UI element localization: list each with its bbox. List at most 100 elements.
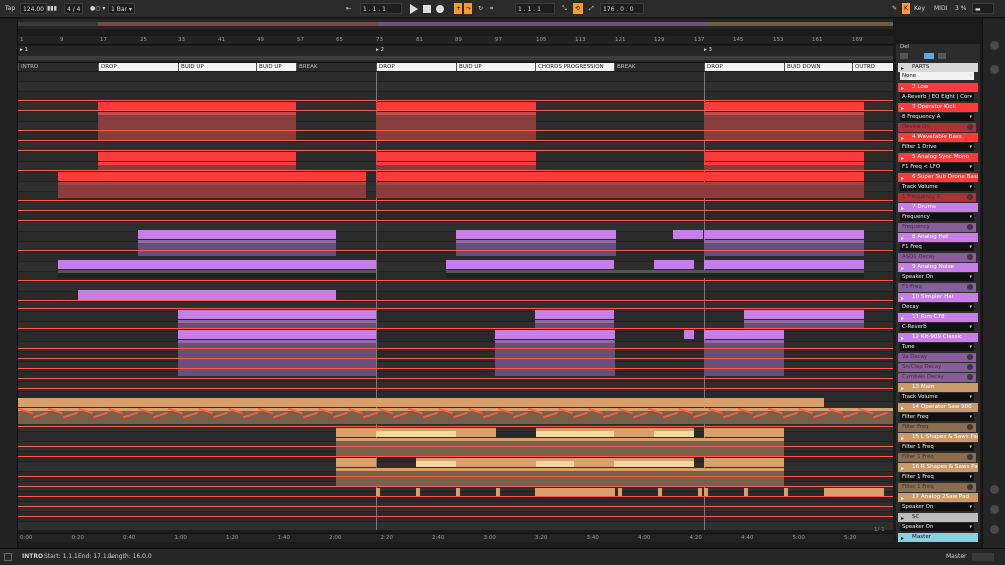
track-header-15-l-shapes-saws-pad[interactable]: ▸ 15 L Shapes & Saws Pad xyxy=(898,433,978,442)
automation-lane-label[interactable]: Device On xyxy=(898,123,976,132)
clip-kit-909[interactable] xyxy=(684,330,694,339)
automation-lane-label[interactable]: F1 Freq xyxy=(898,283,976,292)
locator-outro[interactable]: OUTRO xyxy=(852,63,893,71)
automation-line[interactable] xyxy=(18,348,893,349)
automation-line[interactable] xyxy=(18,426,893,427)
fold-toggle-icon[interactable]: ▸ xyxy=(901,334,904,342)
track-header-8-analog-hat[interactable]: ▸ 8 Analog Hat xyxy=(898,233,978,242)
automation-param-select[interactable]: Track Volume ▾ xyxy=(900,393,974,401)
track-header-10-simpler-hat[interactable]: ▸ 10 Simpler Hat xyxy=(898,293,978,302)
clip-sub-drone-detail[interactable] xyxy=(58,182,366,198)
clip-l-shapes-pad[interactable] xyxy=(614,428,654,437)
loop-start-field[interactable]: 1 . 1 . 1 xyxy=(515,3,555,14)
clip-noise-dark[interactable] xyxy=(58,270,376,278)
clip-sub-drone[interactable] xyxy=(376,172,536,181)
automation-line[interactable] xyxy=(18,486,893,487)
automation-line[interactable] xyxy=(18,300,893,301)
clip-l-shapes-pad[interactable] xyxy=(456,428,496,437)
fold-toggle-icon[interactable]: ▸ xyxy=(901,154,904,162)
fold-toggle-icon[interactable]: ▸ xyxy=(901,514,904,522)
track-lane[interactable] xyxy=(18,382,893,392)
automation-line[interactable] xyxy=(18,446,893,447)
track-header-14-operator-saw-900[interactable]: ▸ 14 Operator Saw 900 xyxy=(898,403,978,412)
punch-out-icon[interactable]: ⤢ xyxy=(587,3,596,14)
clip-sub-drone[interactable] xyxy=(536,172,704,181)
overdub-button[interactable]: + xyxy=(454,3,462,14)
clip-sub-drone[interactable] xyxy=(704,172,864,181)
track-header-3-operator-kick[interactable]: ▸ 3 Operator Kick xyxy=(898,103,978,112)
track-header-2-low[interactable]: ▸ 2 Low xyxy=(898,83,978,92)
fold-toggle-icon[interactable]: ▸ xyxy=(901,234,904,242)
fold-toggle-icon[interactable]: ▸ xyxy=(901,134,904,142)
loop-toggle-button[interactable]: ⟲ xyxy=(573,3,583,14)
zoom-button[interactable] xyxy=(990,41,999,50)
nudge-icon[interactable]: ▮▮▮ xyxy=(45,3,59,14)
track-lane[interactable] xyxy=(18,502,893,512)
remove-lane-icon[interactable] xyxy=(967,194,973,200)
clip-r-shapes-pad[interactable] xyxy=(704,458,784,467)
clip-analog-hat-detail[interactable] xyxy=(456,240,616,256)
scene-marker[interactable]: ▸ 1 xyxy=(20,47,28,53)
locator-buid-up[interactable]: BUID UP xyxy=(256,63,296,71)
clip-l-shapes-pad[interactable] xyxy=(376,428,456,437)
clip-analog-sync[interactable] xyxy=(98,162,296,170)
clip-rim-c78[interactable] xyxy=(535,310,614,319)
automation-lane-label[interactable]: Filter 1 Freq xyxy=(898,483,976,492)
remove-lane-icon[interactable] xyxy=(967,374,973,380)
clip-operator-kick[interactable] xyxy=(98,112,296,140)
clip-rim-detail[interactable] xyxy=(535,320,614,328)
clip-kit-909[interactable] xyxy=(178,330,376,339)
clip-analog-hat[interactable] xyxy=(704,230,864,239)
clip-analog-noise[interactable] xyxy=(704,260,864,269)
automation-line[interactable] xyxy=(18,250,893,251)
automation-line[interactable] xyxy=(18,378,893,379)
scene-marker[interactable]: ▸ 2 xyxy=(376,47,384,53)
locator-chords-progression[interactable]: CHORDS PROGRESSION xyxy=(535,63,614,71)
clip-r-shapes-pad[interactable] xyxy=(336,458,376,467)
arrangement-loop-bar[interactable] xyxy=(18,54,893,62)
clip-simpler-hat[interactable] xyxy=(78,290,336,300)
tap-tempo-button[interactable]: Tap xyxy=(3,3,17,14)
automation-line[interactable] xyxy=(18,476,893,477)
fold-toggle-icon[interactable]: ▸ xyxy=(901,294,904,302)
automation-line[interactable] xyxy=(18,210,893,211)
lock-icon[interactable] xyxy=(938,53,946,59)
automation-arm-button[interactable]: ⤳ xyxy=(464,3,472,14)
clip-analog-hat[interactable] xyxy=(673,230,703,239)
clip-analog-sync[interactable] xyxy=(376,162,536,170)
fold-toggle-icon[interactable]: ▸ xyxy=(901,404,904,412)
locator-drop[interactable]: DROP xyxy=(704,63,784,71)
clip-noise-dark[interactable] xyxy=(704,270,864,278)
clip-r-shapes-pad[interactable] xyxy=(614,458,694,467)
punch-in-icon[interactable]: ⤡ xyxy=(560,3,569,14)
scroll-button[interactable] xyxy=(990,505,999,514)
clip-sub-drone-detail[interactable] xyxy=(704,182,864,198)
fold-toggle-icon[interactable]: ▸ xyxy=(901,534,904,542)
automation-param-select[interactable]: Filter 1 Freq ▾ xyxy=(900,443,974,451)
clip-kit-909[interactable] xyxy=(495,330,615,339)
track-lane[interactable] xyxy=(18,72,893,82)
track-header-sc[interactable]: ▸ SC xyxy=(898,513,978,522)
locator-buid-down[interactable]: BUID DOWN xyxy=(784,63,852,71)
key-map-button[interactable]: K xyxy=(902,3,910,14)
automation-lane-label[interactable]: Sn/Clap Decay xyxy=(898,363,976,372)
locator-intro[interactable]: INTRO xyxy=(18,63,98,71)
clip-wavetable-bass[interactable] xyxy=(704,152,864,161)
fold-toggle-icon[interactable]: ▸ xyxy=(901,84,904,92)
tempo-field[interactable]: 124.00 xyxy=(20,3,47,14)
locator-buid-up[interactable]: BUID UP xyxy=(178,63,256,71)
automation-param-select[interactable]: Speaker On ▾ xyxy=(900,503,974,511)
fold-toggle-icon[interactable]: ▸ xyxy=(901,174,904,182)
locator-drop[interactable]: DROP xyxy=(376,63,456,71)
clip-r-shapes-pad[interactable] xyxy=(416,458,456,467)
clip-analog-hat[interactable] xyxy=(456,230,616,239)
locator-break[interactable]: BREAK xyxy=(614,63,704,71)
clip-l-shapes-detail[interactable] xyxy=(336,438,704,456)
metronome-toggle[interactable]: ●○ ▾ xyxy=(88,3,107,14)
automation-param-select[interactable]: A-Reverb | EQ Eight | Cor ▾ xyxy=(900,93,974,101)
automation-line[interactable] xyxy=(18,388,893,389)
clip-l-shapes-pad[interactable] xyxy=(336,428,376,437)
fold-toggle-icon[interactable]: ▸ xyxy=(901,434,904,442)
delete-label[interactable]: Del xyxy=(900,44,909,50)
clip-analog-noise[interactable] xyxy=(446,260,614,269)
